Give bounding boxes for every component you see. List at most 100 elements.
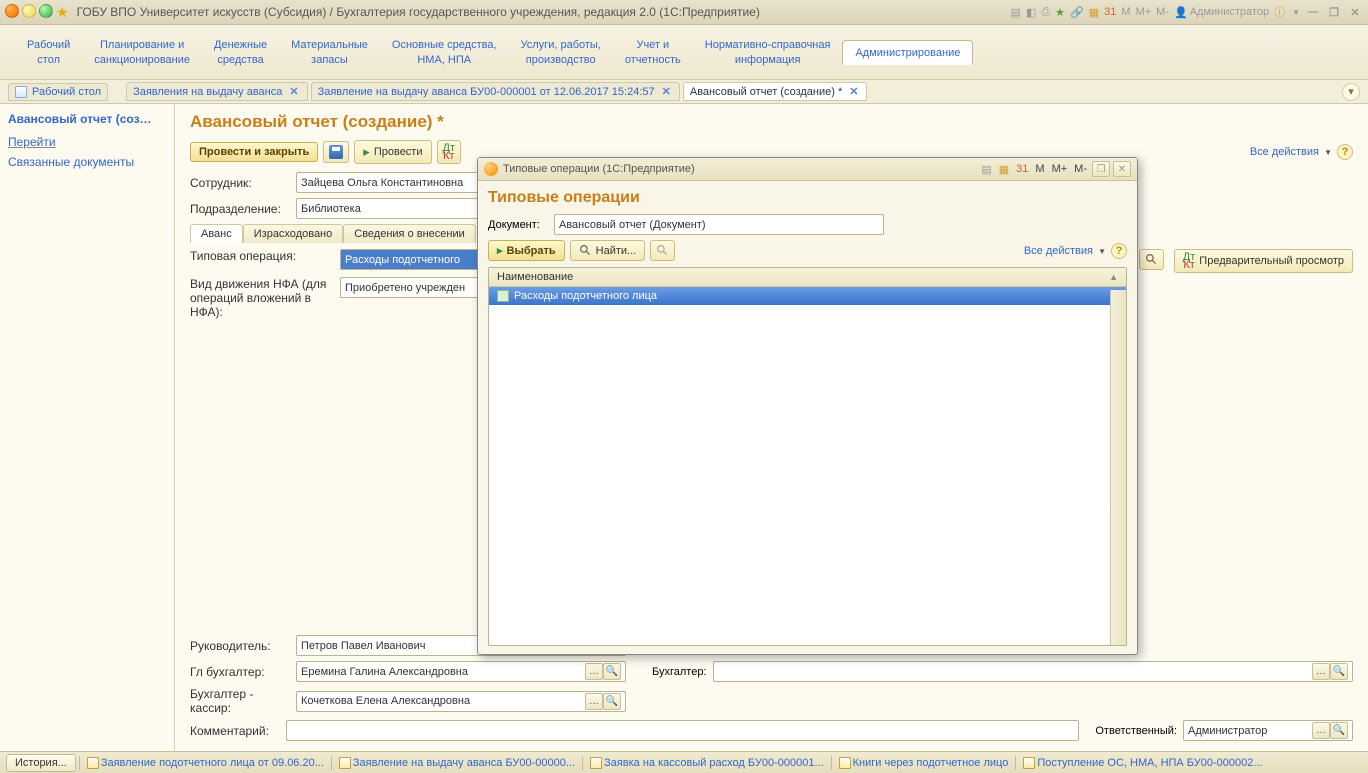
- find-button[interactable]: Найти...: [570, 240, 646, 261]
- minimize-button[interactable]: —: [1305, 4, 1321, 20]
- status-item[interactable]: Книги через подотчетное лицо: [835, 757, 1013, 769]
- field-ellipsis-button[interactable]: …: [585, 663, 603, 680]
- row-icon: [497, 290, 509, 302]
- tab-close-icon[interactable]: ✕: [287, 85, 300, 98]
- section-assets[interactable]: Основные средства, НМА, НПА: [380, 35, 509, 69]
- tab-overflow-button[interactable]: ▾: [1342, 83, 1360, 101]
- section-planning[interactable]: Планирование и санкционирование: [82, 35, 202, 69]
- nav-back-icon[interactable]: [22, 4, 36, 18]
- app-icon[interactable]: [5, 4, 19, 18]
- m-button[interactable]: M: [1033, 163, 1046, 175]
- modal-restore-button[interactable]: ❐: [1092, 161, 1110, 177]
- maximize-button[interactable]: ❐: [1326, 4, 1342, 20]
- modal-close-button[interactable]: ✕: [1113, 161, 1131, 177]
- tab-close-icon[interactable]: ✕: [660, 85, 673, 98]
- modal-row-selected[interactable]: Расходы подотчетного лица: [489, 287, 1126, 305]
- dt-kt-button[interactable]: ДтКт: [437, 140, 462, 164]
- titlebar-star-icon[interactable]: ★: [1055, 6, 1065, 19]
- cashier-field[interactable]: Кочеткова Елена Александровна … 🔍: [296, 691, 626, 712]
- tab-close-icon[interactable]: ✕: [847, 85, 860, 98]
- field-search-button[interactable]: 🔍: [1330, 663, 1348, 680]
- preview-button[interactable]: ДтКт Предварительный просмотр: [1174, 249, 1353, 273]
- history-button[interactable]: История...: [6, 754, 76, 772]
- inner-tab-deposit[interactable]: Сведения о внесении: [343, 224, 476, 243]
- status-item[interactable]: Поступление ОС, НМА, НПА БУ00-000002...: [1019, 757, 1266, 769]
- section-materials[interactable]: Материальные запасы: [279, 35, 380, 69]
- field-search-button[interactable]: 🔍: [1330, 722, 1348, 739]
- calendar-icon[interactable]: 31: [1104, 6, 1116, 18]
- nfa-move-field[interactable]: Приобретено учрежден: [340, 277, 485, 298]
- titlebar-tool-icon[interactable]: ⎙: [1041, 6, 1050, 19]
- separator: [331, 756, 332, 770]
- status-item[interactable]: Заявление на выдачу аванса БУ00-00000...: [335, 757, 579, 769]
- nav-forward-icon[interactable]: [39, 4, 53, 18]
- sidebar-link-navigate[interactable]: Перейти: [8, 132, 166, 152]
- separator: [1015, 756, 1016, 770]
- modal-scrollbar[interactable]: [1110, 290, 1126, 645]
- field-search-button[interactable]: 🔍: [603, 693, 621, 710]
- save-button[interactable]: [323, 141, 349, 163]
- m-plus-button[interactable]: M+: [1136, 6, 1152, 18]
- user-label[interactable]: 👤 Администратор: [1174, 6, 1269, 19]
- search-button[interactable]: [1139, 249, 1164, 270]
- modal-table: Наименование ▲ Расходы подотчетного лица: [488, 267, 1127, 646]
- all-actions-link[interactable]: Все действия ▼: [1250, 146, 1332, 158]
- calc-icon[interactable]: ▦: [997, 163, 1011, 176]
- comment-field[interactable]: [286, 720, 1079, 741]
- nfa-move-label: Вид движения НФА (для операций вложений …: [190, 277, 330, 319]
- section-desktop[interactable]: Рабочий стол: [15, 35, 82, 69]
- m-plus-button[interactable]: M+: [1050, 163, 1070, 175]
- document-field[interactable]: Авансовый отчет (Документ): [554, 214, 884, 235]
- responsible-field[interactable]: Администратор … 🔍: [1183, 720, 1353, 741]
- section-admin[interactable]: Администрирование: [842, 40, 973, 65]
- select-button[interactable]: ▸Выбрать: [488, 240, 565, 261]
- acc-field[interactable]: … 🔍: [713, 661, 1354, 682]
- titlebar-link-icon[interactable]: 🔗: [1070, 6, 1084, 19]
- modal-column-header[interactable]: Наименование ▲: [489, 268, 1126, 287]
- m-minus-button[interactable]: M-: [1156, 6, 1169, 18]
- sidebar-link-related[interactable]: Связанные документы: [8, 152, 166, 172]
- clear-search-button[interactable]: [650, 240, 675, 261]
- titlebar-tool-icon[interactable]: ▤: [1011, 6, 1021, 19]
- post-button[interactable]: ▸Провести: [354, 140, 431, 164]
- inner-tab-spent[interactable]: Израсходовано: [243, 224, 344, 243]
- employee-label: Сотрудник:: [190, 176, 290, 190]
- row-cashier: Бухгалтер - кассир: Кочеткова Елена Алек…: [190, 687, 1353, 715]
- modal-all-actions-link[interactable]: Все действия ▼: [1024, 245, 1106, 257]
- section-accounting[interactable]: Учет и отчетность: [613, 35, 693, 69]
- chief-acc-value: Еремина Галина Александровна: [301, 666, 585, 678]
- tab-doc[interactable]: Заявления на выдачу аванса ✕: [126, 82, 308, 101]
- chief-acc-field[interactable]: Еремина Галина Александровна … 🔍: [296, 661, 626, 682]
- m-minus-button[interactable]: M-: [1072, 163, 1089, 175]
- titlebar-right: ▤ ◧ ⎙ ★ 🔗 ▦ 31 M M+ M- 👤 Администратор ⓘ…: [1011, 4, 1363, 20]
- modal-titlebar: Типовые операции (1С:Предприятие) ▤ ▦ 31…: [478, 158, 1137, 181]
- modal-tool-icon[interactable]: ▤: [979, 163, 993, 176]
- favorites-icon[interactable]: ★: [56, 4, 69, 21]
- field-ellipsis-button[interactable]: …: [1312, 663, 1330, 680]
- tab-desktop[interactable]: Рабочий стол: [8, 83, 108, 101]
- help-button[interactable]: ?: [1337, 144, 1353, 160]
- info-dropdown[interactable]: ▼: [1292, 8, 1300, 17]
- inner-tab-advance[interactable]: Аванс: [190, 224, 243, 243]
- field-search-button[interactable]: 🔍: [603, 663, 621, 680]
- calendar-icon[interactable]: 31: [1014, 163, 1030, 175]
- info-icon[interactable]: ⓘ: [1274, 4, 1285, 20]
- tab-doc[interactable]: Заявление на выдачу аванса БУ00-000001 о…: [311, 82, 680, 101]
- m-button[interactable]: M: [1121, 6, 1130, 18]
- field-ellipsis-button[interactable]: …: [1312, 722, 1330, 739]
- status-item[interactable]: Заявка на кассовый расход БУ00-000001...: [586, 757, 828, 769]
- close-button[interactable]: ✕: [1347, 4, 1363, 20]
- section-cash[interactable]: Денежные средства: [202, 35, 279, 69]
- col-header-label: Наименование: [497, 271, 573, 283]
- section-reference[interactable]: Нормативно-справочная информация: [693, 35, 843, 69]
- typical-op-field[interactable]: Расходы подотчетного: [340, 249, 485, 270]
- chevron-down-icon: ▼: [1098, 247, 1106, 256]
- post-and-close-button[interactable]: Провести и закрыть: [190, 142, 318, 162]
- section-services[interactable]: Услуги, работы, производство: [509, 35, 613, 69]
- field-ellipsis-button[interactable]: …: [585, 693, 603, 710]
- status-item[interactable]: Заявление подотчетного лица от 09.06.20.…: [83, 757, 328, 769]
- tab-doc-active[interactable]: Авансовый отчет (создание) * ✕: [683, 82, 868, 101]
- calc-icon[interactable]: ▦: [1089, 6, 1099, 19]
- help-button[interactable]: ?: [1111, 243, 1127, 259]
- titlebar-tool-icon[interactable]: ◧: [1026, 6, 1036, 19]
